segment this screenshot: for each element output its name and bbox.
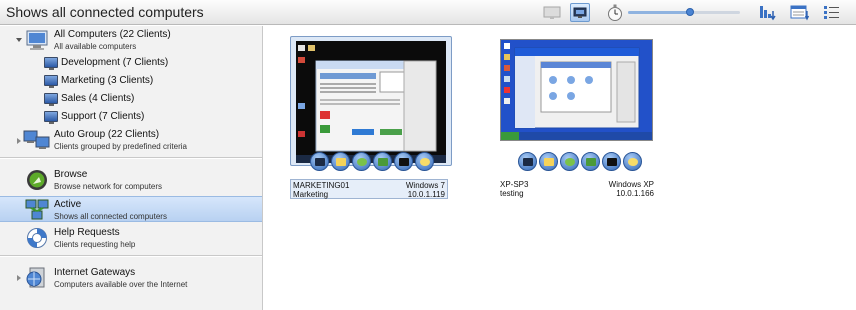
terminal-button[interactable] xyxy=(602,152,621,171)
computer-os: Windows XP xyxy=(608,180,654,189)
screen-view-button[interactable] xyxy=(570,3,590,22)
computer-icon xyxy=(44,57,58,70)
sidebar-item-title: Active xyxy=(54,199,82,210)
computer-icon xyxy=(44,111,58,124)
computer-thumbnail-xp-sp3[interactable]: XP-SP3 Windows XP testing 10.0.1.166 xyxy=(498,36,658,200)
computer-info: XP-SP3 Windows XP testing 10.0.1.166 xyxy=(498,179,656,199)
screen-view-icon xyxy=(573,7,587,18)
file-icon xyxy=(378,158,388,166)
screen-icon xyxy=(523,158,533,166)
file-button[interactable] xyxy=(373,152,392,171)
screen-icon xyxy=(315,158,325,166)
sort-icon[interactable] xyxy=(758,3,778,22)
computer-os: Windows 7 xyxy=(405,181,445,190)
share-icon xyxy=(357,158,367,166)
zoom-slider-knob[interactable] xyxy=(685,8,694,16)
sidebar-item-development[interactable]: Development (7 Clients) xyxy=(0,56,262,71)
computer-name: XP-SP3 xyxy=(500,180,529,189)
list-view-icon[interactable] xyxy=(822,3,842,22)
sidebar-divider xyxy=(0,255,262,257)
sidebar-item-marketing[interactable]: Marketing (3 Clients) xyxy=(0,74,262,89)
expand-triangle-icon[interactable] xyxy=(17,138,21,144)
sidebar-item-support[interactable]: Support (7 Clients) xyxy=(0,110,262,125)
sidebar-divider xyxy=(0,157,262,159)
sidebar-item-subtitle: Shows all connected computers xyxy=(54,212,167,221)
share-button[interactable] xyxy=(352,152,371,171)
sidebar-item-help-requests[interactable]: Help Requests Clients requesting help xyxy=(0,225,262,251)
computer-ip: 10.0.1.166 xyxy=(616,189,654,198)
terminal-button[interactable] xyxy=(394,152,413,171)
computer-group: testing xyxy=(500,189,524,198)
thumbnail-actions xyxy=(310,152,440,172)
zoom-slider[interactable] xyxy=(628,8,740,16)
note-icon xyxy=(544,158,554,166)
chat-button[interactable] xyxy=(415,152,434,171)
chat-icon xyxy=(420,158,430,166)
note-icon xyxy=(336,158,346,166)
sidebar-item-label: Sales (4 Clients) xyxy=(61,93,135,104)
file-button[interactable] xyxy=(581,152,600,171)
computer-icon xyxy=(44,75,58,88)
sidebar-group-subtitle: All available computers xyxy=(54,42,137,51)
observe-button[interactable] xyxy=(518,152,537,171)
sidebar-item-subtitle: Clients requesting help xyxy=(54,240,136,249)
desktop-screenshot xyxy=(500,39,653,141)
screen-off-icon[interactable] xyxy=(542,3,562,22)
desktop-screenshot xyxy=(296,41,446,163)
share-button[interactable] xyxy=(560,152,579,171)
sidebar-group-title: All Computers (22 Clients) xyxy=(54,29,171,40)
chat-icon xyxy=(628,158,638,166)
internet-gateway-icon xyxy=(26,267,45,288)
computer-ip: 10.0.1.119 xyxy=(407,190,445,199)
sidebar-group-subtitle: Clients grouped by predefined criteria xyxy=(54,142,187,151)
chat-button[interactable] xyxy=(623,152,642,171)
sidebar-item-subtitle: Computers available over the Internet xyxy=(54,280,188,289)
expand-triangle-icon[interactable] xyxy=(17,275,21,281)
thumbnail-actions xyxy=(518,152,648,172)
page-title: Shows all connected computers xyxy=(6,4,204,20)
sidebar-item-browse[interactable]: Browse Browse network for computers xyxy=(0,166,262,194)
computer-icon xyxy=(44,93,58,106)
sidebar-item-internet-gateways[interactable]: Internet Gateways Computers available ov… xyxy=(0,264,262,292)
stopwatch-icon[interactable] xyxy=(605,3,625,22)
computer-thumbnail-marketing01[interactable]: MARKETING01 Windows 7 Marketing 10.0.1.1… xyxy=(290,36,452,200)
terminal-icon xyxy=(399,158,409,166)
computer-name: MARKETING01 xyxy=(293,181,350,190)
header-bar: Shows all connected computers xyxy=(0,0,856,25)
observe-button[interactable] xyxy=(310,152,329,171)
sidebar-group-all-computers[interactable]: All Computers (22 Clients) All available… xyxy=(0,27,262,53)
sidebar-item-sales[interactable]: Sales (4 Clients) xyxy=(0,92,262,107)
sidebar-item-active[interactable]: Active Shows all connected computers xyxy=(0,196,262,222)
terminal-icon xyxy=(607,158,617,166)
computer-group: Marketing xyxy=(293,190,329,199)
note-button[interactable] xyxy=(331,152,350,171)
zoom-slider-fill xyxy=(628,11,690,14)
sidebar-item-subtitle: Browse network for computers xyxy=(54,182,163,191)
sidebar: All Computers (22 Clients) All available… xyxy=(0,26,263,310)
note-button[interactable] xyxy=(539,152,558,171)
sidebar-item-label: Support (7 Clients) xyxy=(61,111,145,122)
expand-triangle-icon[interactable] xyxy=(16,38,22,42)
lifebuoy-icon xyxy=(27,228,47,248)
sidebar-item-title: Internet Gateways xyxy=(54,267,136,278)
file-icon xyxy=(586,158,596,166)
main-content: MARKETING01 Windows 7 Marketing 10.0.1.1… xyxy=(264,26,856,310)
sidebar-item-label: Marketing (3 Clients) xyxy=(61,75,154,86)
sidebar-item-title: Browse xyxy=(54,169,88,180)
sidebar-group-title: Auto Group (22 Clients) xyxy=(54,129,160,140)
sidebar-item-title: Help Requests xyxy=(54,227,120,238)
computers-group-icon xyxy=(26,30,48,50)
browse-icon xyxy=(27,170,47,190)
share-icon xyxy=(565,158,575,166)
active-network-icon xyxy=(25,199,49,220)
auto-group-icon xyxy=(23,130,50,149)
sidebar-item-label: Development (7 Clients) xyxy=(61,57,169,68)
computer-info: MARKETING01 Windows 7 Marketing 10.0.1.1… xyxy=(290,179,448,199)
detail-view-icon[interactable] xyxy=(790,3,810,22)
sidebar-group-auto-group[interactable]: Auto Group (22 Clients) Clients grouped … xyxy=(0,126,262,154)
